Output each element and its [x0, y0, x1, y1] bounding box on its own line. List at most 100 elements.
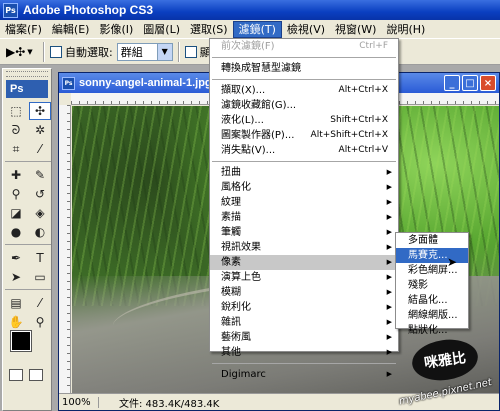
menu-item-pattern-maker[interactable]: 圖案製作器(P)... Alt+Shift+Ctrl+X: [210, 128, 398, 143]
menu-item-sharpen[interactable]: 銳利化 ▶: [210, 300, 398, 315]
menu-item-label: 紋理: [221, 197, 241, 208]
auto-select-dropdown[interactable]: 群組 ▼: [116, 42, 173, 61]
show-transform-checkbox[interactable]: [184, 45, 197, 58]
hand-tool-icon[interactable]: ✋: [5, 313, 27, 331]
pen-tool-icon[interactable]: ✒: [5, 249, 27, 267]
submenu-arrow-icon: ▶: [386, 258, 392, 266]
submenu-item-mezzotint[interactable]: 網線網版...: [396, 308, 468, 323]
menu-item-label: 素描: [221, 212, 241, 223]
menu-item-extract[interactable]: 擷取(X)... Alt+Ctrl+X: [210, 83, 398, 98]
submenu-item-facet[interactable]: 多面體: [396, 233, 468, 248]
menu-item-digimarc[interactable]: Digimarc ▶: [210, 367, 398, 382]
divider: [5, 161, 51, 165]
menu-item-label: 雜訊: [221, 317, 241, 328]
submenu-arrow-icon: ▶: [386, 183, 392, 191]
clone-stamp-icon[interactable]: ⚲: [5, 185, 27, 203]
menu-view[interactable]: 檢視(V): [282, 21, 330, 38]
menu-layer[interactable]: 圖層(L): [138, 21, 185, 38]
notes-tool-icon[interactable]: ▤: [5, 294, 27, 312]
menu-item-vanishing-point[interactable]: 消失點(V)... Alt+Ctrl+V: [210, 143, 398, 158]
menu-item-label: 前次濾鏡(F): [221, 41, 275, 52]
menu-item-blur[interactable]: 模糊 ▶: [210, 285, 398, 300]
submenu-item-mosaic[interactable]: 馬賽克...: [396, 248, 468, 263]
foreground-color-swatch[interactable]: [10, 330, 32, 352]
menu-item-filter-gallery[interactable]: 濾鏡收藏館(G)...: [210, 98, 398, 113]
menu-item-label: 濾鏡收藏館(G)...: [221, 100, 297, 111]
watermark-logo: 咪雅比: [409, 335, 481, 385]
menu-bar: 檔案(F) 編輯(E) 影像(I) 圖層(L) 選取(S) 濾鏡(T) 檢視(V…: [0, 20, 500, 39]
move-tool-preset-picker[interactable]: ▶✣ ▼: [6, 43, 38, 61]
menu-file[interactable]: 檔案(F): [0, 21, 47, 38]
auto-select-label: 自動選取:: [65, 45, 113, 59]
menu-item-video[interactable]: 視訊效果 ▶: [210, 240, 398, 255]
brush-tool-icon[interactable]: ✎: [29, 166, 51, 184]
submenu-arrow-icon: ▶: [386, 273, 392, 281]
submenu-item-pointillize[interactable]: 點狀化...: [396, 323, 468, 338]
menu-item-label: 藝術風: [221, 332, 251, 343]
menu-item-stylize[interactable]: 風格化 ▶: [210, 180, 398, 195]
blur-tool-icon[interactable]: ●: [5, 223, 27, 241]
move-tool-icon[interactable]: ✣: [29, 102, 51, 120]
type-tool-icon[interactable]: T: [29, 249, 51, 267]
document-size[interactable]: 文件: 483.4K/483.4K: [99, 395, 219, 410]
menu-item-brush-strokes[interactable]: 筆觸 ▶: [210, 225, 398, 240]
quick-mask-icon[interactable]: [29, 369, 43, 381]
menu-item-noise[interactable]: 雜訊 ▶: [210, 315, 398, 330]
lasso-tool-icon[interactable]: ᘐ: [5, 121, 27, 139]
path-selection-icon[interactable]: ➤: [5, 268, 27, 286]
filter-menu: 前次濾鏡(F) Ctrl+F 轉換成智慧型濾鏡 擷取(X)... Alt+Ctr…: [209, 38, 399, 380]
chevron-down-icon: ▼: [27, 47, 33, 56]
auto-select-checkbox[interactable]: [50, 45, 62, 58]
eyedropper-tool-icon[interactable]: ⁄: [29, 294, 51, 312]
dodge-tool-icon[interactable]: ◐: [29, 223, 51, 241]
menu-item-artistic[interactable]: 藝術風 ▶: [210, 330, 398, 345]
menu-divider: [210, 54, 398, 61]
submenu-item-crystallize[interactable]: 結晶化...: [396, 293, 468, 308]
menu-item-label: 扭曲: [221, 167, 241, 178]
window-controls: _ □ ×: [444, 75, 496, 91]
menu-item-shortcut: Alt+Shift+Ctrl+X: [310, 130, 388, 140]
photoshop-logo[interactable]: Ps: [6, 80, 48, 98]
magic-wand-tool-icon[interactable]: ✲: [29, 121, 51, 139]
standard-mode-icon[interactable]: [9, 369, 23, 381]
crop-tool-icon[interactable]: ⌗: [5, 140, 27, 158]
menu-item-distort[interactable]: 扭曲 ▶: [210, 165, 398, 180]
menu-item-shortcut: Alt+Ctrl+V: [338, 145, 388, 155]
menu-item-sketch[interactable]: 素描 ▶: [210, 210, 398, 225]
menu-select[interactable]: 選取(S): [185, 21, 233, 38]
menu-image[interactable]: 影像(I): [94, 21, 138, 38]
healing-brush-icon[interactable]: ✚: [5, 166, 27, 184]
menu-edit[interactable]: 編輯(E): [47, 21, 95, 38]
menu-item-liquify[interactable]: 液化(L)... Shift+Ctrl+X: [210, 113, 398, 128]
menu-item-texture[interactable]: 紋理 ▶: [210, 195, 398, 210]
menu-item-convert-smart-filter[interactable]: 轉換成智慧型濾鏡: [210, 61, 398, 76]
toolbox-grip[interactable]: [6, 71, 48, 77]
auto-select-value: 群組: [120, 45, 143, 59]
eraser-tool-icon[interactable]: ◪: [5, 204, 27, 222]
slice-tool-icon[interactable]: ⁄: [29, 140, 51, 158]
window-title: Adobe Photoshop CS3: [23, 3, 153, 17]
submenu-item-fragment[interactable]: 殘影: [396, 278, 468, 293]
zoom-tool-icon[interactable]: ⚲: [29, 313, 51, 331]
menu-filter[interactable]: 濾鏡(T): [232, 20, 282, 38]
menu-item-label: 消失點(V)...: [221, 145, 276, 156]
menu-item-other[interactable]: 其他 ▶: [210, 345, 398, 360]
menu-divider: [210, 76, 398, 83]
marquee-tool-icon[interactable]: ⬚: [5, 102, 27, 120]
menu-item-last-filter[interactable]: 前次濾鏡(F) Ctrl+F: [210, 39, 398, 54]
paint-bucket-icon[interactable]: ◈: [29, 204, 51, 222]
history-brush-icon[interactable]: ↺: [29, 185, 51, 203]
menu-item-pixelate[interactable]: 像素 ▶: [210, 255, 398, 270]
menu-item-render[interactable]: 演算上色 ▶: [210, 270, 398, 285]
menu-item-label: 液化(L)...: [221, 115, 264, 126]
menu-help[interactable]: 說明(H): [381, 21, 430, 38]
close-button[interactable]: ×: [480, 75, 496, 91]
shape-tool-icon[interactable]: ▭: [29, 268, 51, 286]
vertical-ruler[interactable]: [59, 105, 71, 393]
menu-window[interactable]: 視窗(W): [330, 21, 381, 38]
submenu-arrow-icon: ▶: [386, 333, 392, 341]
submenu-item-color-halftone[interactable]: 彩色網屏...: [396, 263, 468, 278]
zoom-level[interactable]: 100%: [59, 396, 99, 408]
maximize-button[interactable]: □: [462, 75, 478, 91]
minimize-button[interactable]: _: [444, 75, 460, 91]
